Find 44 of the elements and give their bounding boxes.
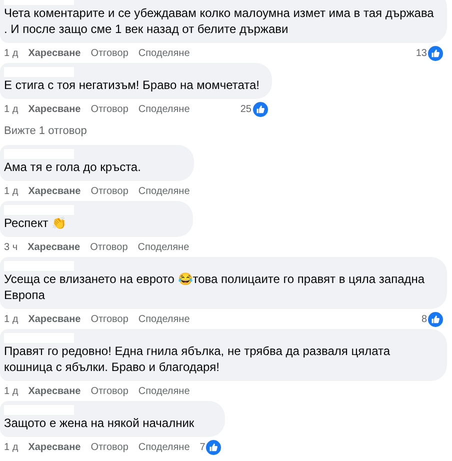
comment-action[interactable]: Споделяне [138, 102, 190, 116]
comment-text: Правят го редовно! Една гнила ябълка, не трябва да разваля цялата кошница с ябълки. Браво и благодаря! [4, 343, 392, 375]
comment-action[interactable]: Споделяне [138, 312, 190, 326]
comment-text: Е стига с тоя негатизъм! Браво на момчетата! [4, 77, 260, 93]
comment-action[interactable]: Споделяне [138, 184, 190, 198]
comment-action[interactable]: Харесване [28, 240, 80, 254]
comment-time: 1 д [4, 312, 18, 326]
comment-action[interactable]: Отговор [90, 46, 128, 60]
comment-time: 1 д [4, 46, 18, 60]
comment-text: Защото е жена на някой началник [4, 415, 196, 431]
comment-time: 1 д [4, 384, 18, 398]
comment-action[interactable]: Харесване [28, 46, 81, 60]
comment-action[interactable]: Харесване [28, 440, 81, 454]
comment-text: Респект 👏 [4, 215, 68, 231]
view-replies-link[interactable]: Вижте 1 отговор [4, 122, 87, 140]
like-count: 7 [200, 440, 206, 454]
like-icon [252, 102, 268, 116]
like-icon [428, 46, 443, 60]
comment-action[interactable]: Отговор [90, 102, 128, 116]
comment-action[interactable]: Отговор [90, 312, 128, 326]
comment-action[interactable]: Отговор [90, 184, 128, 198]
comment-text: Усеща се влизането на еврото 😂това полицаите го правят в цяла западна Европа [4, 271, 426, 303]
comment-text: Чета коментарите и се убеждавам колко малоумна измет има в тая държава . И после защо сме 1 век назад от белите държави [4, 5, 435, 37]
comment-time: 3 ч [4, 240, 18, 254]
like-count: 8 [421, 312, 427, 326]
like-count: 25 [240, 102, 252, 116]
comment-action[interactable]: Споделяне [138, 384, 190, 398]
comment-text: Ама тя е гола до кръста. [4, 159, 142, 175]
comment-action[interactable]: Отговор [90, 384, 128, 398]
comment-action[interactable]: Харесване [28, 312, 81, 326]
like-icon [428, 312, 443, 326]
comment-time: 1 д [4, 184, 18, 198]
comment-action[interactable]: Харесване [28, 184, 81, 198]
comment-action[interactable]: Отговор [90, 440, 128, 454]
comment-action[interactable]: Харесване [28, 384, 81, 398]
comment-time: 1 д [4, 440, 18, 454]
like-count: 13 [416, 46, 427, 60]
comment-time: 1 д [4, 102, 18, 116]
comment-action[interactable]: Споделяне [138, 46, 190, 60]
comment-action[interactable]: Споделяне [138, 440, 190, 454]
comment-action[interactable]: Харесване [28, 102, 81, 116]
comment-action[interactable]: Споделяне [138, 240, 190, 254]
like-icon [206, 440, 222, 454]
comment-action[interactable]: Отговор [90, 240, 128, 254]
